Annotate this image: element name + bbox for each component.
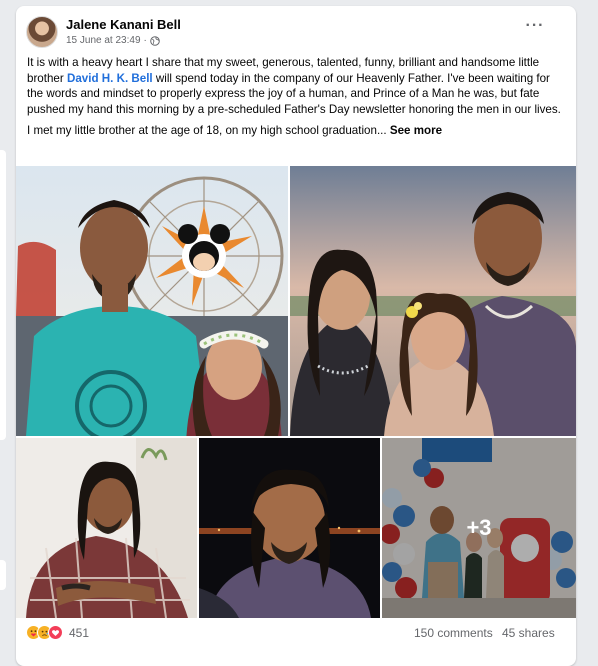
paragraph-2-text: I met my little brother at the age of 18… — [27, 124, 387, 138]
timestamp[interactable]: 15 June at 23:49 — [66, 35, 141, 46]
reaction-count[interactable]: 451 — [69, 626, 89, 640]
post-card: Jalene Kanani Bell 15 June at 23:49 · ··… — [16, 6, 576, 666]
more-photos-overlay[interactable]: +3 — [382, 438, 576, 618]
post-text: It is with a heavy heart I share that my… — [27, 55, 567, 145]
photo-5[interactable]: +3 — [382, 438, 576, 618]
shares-count[interactable]: 45 shares — [502, 626, 555, 640]
reaction-summary[interactable]: 451 — [26, 625, 89, 640]
left-edge — [0, 0, 8, 648]
adjacent-panel-edge — [0, 150, 6, 440]
see-more-link[interactable]: See more — [390, 124, 442, 137]
meta-separator: · — [143, 35, 147, 46]
photo-2[interactable] — [290, 166, 576, 436]
love-reaction-icon — [48, 625, 63, 640]
avatar[interactable] — [26, 16, 58, 48]
ellipsis-icon[interactable]: ··· — [523, 18, 547, 40]
photo-3[interactable] — [16, 438, 197, 618]
adjacent-panel-edge — [0, 560, 6, 590]
globe-icon — [150, 35, 160, 46]
post-meta: 15 June at 23:49 · — [66, 35, 160, 46]
photo-1[interactable] — [16, 166, 288, 436]
post-paragraph-2: I met my little brother at the age of 18… — [27, 123, 567, 139]
post-paragraph-1: It is with a heavy heart I share that my… — [27, 55, 567, 117]
mention-link[interactable]: David H. K. Bell — [67, 72, 153, 85]
comments-count[interactable]: 150 comments — [414, 626, 493, 640]
author-name[interactable]: Jalene Kanani Bell — [66, 17, 181, 32]
post-header: Jalene Kanani Bell 15 June at 23:49 · ··… — [16, 6, 576, 52]
photo-4[interactable] — [199, 438, 380, 618]
post-footer: 451 150 comments 45 shares — [16, 618, 576, 646]
